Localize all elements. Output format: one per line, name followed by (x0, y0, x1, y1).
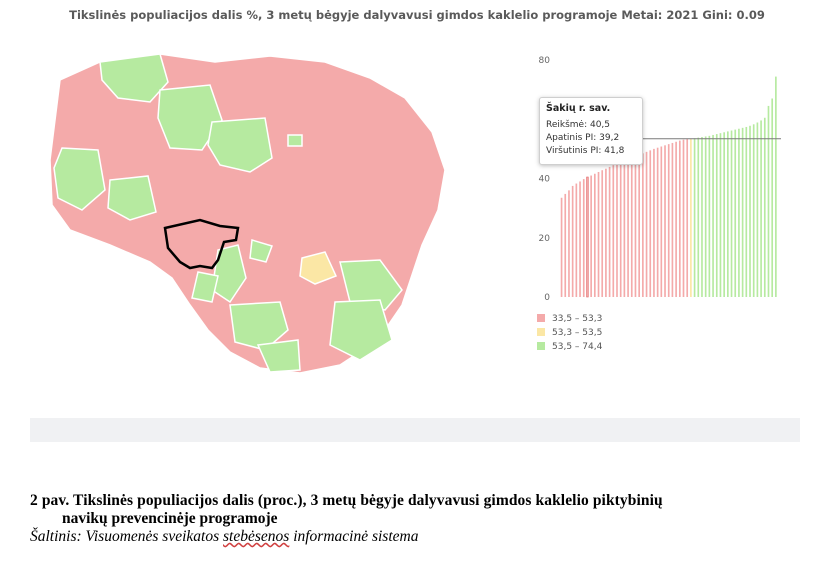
bar[interactable] (775, 76, 777, 297)
bar[interactable] (571, 185, 574, 297)
lithuania-choropleth-map[interactable] (40, 40, 460, 385)
bar-tooltip: Šakių r. sav. Reikšmė: 40,5 Apatinis PI:… (539, 97, 643, 165)
caption-source-underlined: stebėsenos (223, 528, 290, 545)
bar[interactable] (660, 146, 663, 298)
bar[interactable] (678, 140, 681, 297)
bar[interactable] (608, 166, 611, 297)
bar[interactable] (760, 120, 762, 297)
bar[interactable] (719, 133, 722, 297)
legend-swatch (537, 314, 545, 322)
y-tick-label: 40 (539, 175, 551, 185)
bar[interactable] (579, 181, 581, 297)
tooltip-upper: Viršutinis PI: 41,8 (546, 146, 625, 156)
bar[interactable] (712, 134, 714, 297)
tooltip-value: Reikšmė: 40,5 (546, 120, 611, 130)
bar[interactable] (597, 171, 600, 297)
bar[interactable] (756, 122, 759, 297)
bar[interactable] (741, 127, 744, 297)
bar[interactable] (582, 179, 585, 297)
bar[interactable] (653, 148, 655, 298)
bar[interactable] (730, 130, 733, 297)
bar[interactable] (667, 144, 670, 297)
bar[interactable] (690, 138, 692, 297)
bar[interactable] (616, 163, 618, 297)
bar[interactable] (656, 147, 659, 297)
caption-source-suffix: informacinė sistema (289, 528, 419, 545)
chart-title: Tikslinės populiacijos dalis %, 3 metų b… (69, 8, 765, 22)
sorted-bar-chart: 0 20 40 80 33,5 – 53,3 53,3 – 53,5 53,5 – 74,… (537, 56, 781, 352)
legend-label: 53,5 – 74,4 (552, 342, 603, 352)
bar[interactable] (693, 138, 696, 297)
bar[interactable] (715, 134, 718, 297)
tooltip-title: Šakių r. sav. (546, 103, 611, 114)
legend-swatch (537, 342, 545, 350)
bar[interactable] (686, 139, 689, 297)
bar[interactable] (623, 160, 626, 297)
bar[interactable] (745, 126, 748, 297)
bar[interactable] (752, 124, 755, 297)
bar[interactable] (586, 176, 589, 298)
y-tick-label: 0 (544, 293, 550, 303)
bar[interactable] (671, 142, 674, 297)
bar[interactable] (697, 137, 700, 297)
bar[interactable] (630, 157, 633, 297)
legend: 33,5 – 53,3 53,3 – 53,5 53,5 – 74,4 (537, 314, 603, 352)
bar[interactable] (701, 137, 703, 297)
bar[interactable] (564, 193, 567, 297)
bar[interactable] (771, 98, 774, 297)
bar[interactable] (749, 125, 751, 298)
legend-label: 53,3 – 53,5 (552, 328, 602, 338)
bar[interactable] (638, 154, 640, 297)
chart-footer-strip (30, 418, 800, 442)
bar[interactable] (708, 135, 711, 297)
bar[interactable] (627, 159, 629, 297)
bar[interactable] (642, 153, 644, 297)
caption-source: Šaltinis: Visuomenės sveikatos stebėseno… (30, 528, 830, 546)
caption-source-prefix: Šaltinis: Visuomenės sveikatos (30, 528, 224, 545)
bar[interactable] (612, 165, 615, 297)
bar[interactable] (763, 117, 766, 298)
bar[interactable] (704, 136, 707, 297)
bar[interactable] (727, 131, 729, 297)
bar[interactable] (734, 129, 737, 297)
legend-swatch (537, 328, 545, 336)
bar[interactable] (645, 151, 648, 297)
bar[interactable] (723, 132, 725, 297)
tooltip-lower: Apatinis PI: 39,2 (546, 133, 620, 143)
bar[interactable] (601, 170, 604, 297)
bar[interactable] (605, 168, 607, 297)
bar[interactable] (634, 156, 637, 297)
bar[interactable] (682, 139, 685, 297)
legend-label: 33,5 – 53,3 (552, 314, 602, 324)
bar[interactable] (575, 183, 578, 297)
bar[interactable] (593, 173, 596, 297)
caption-line-2: navikų prevencinėje programoje (62, 510, 278, 527)
caption-line-1: 2 pav. Tikslinės populiacijos dalis (pro… (30, 492, 663, 509)
map-region[interactable] (287, 134, 303, 147)
y-tick-label: 20 (539, 234, 551, 244)
y-tick-label: 80 (539, 56, 551, 66)
bar[interactable] (560, 197, 563, 297)
bar[interactable] (568, 190, 570, 297)
bar[interactable] (738, 128, 740, 297)
bar[interactable] (675, 141, 677, 297)
bar[interactable] (664, 145, 666, 297)
bar[interactable] (590, 175, 592, 297)
figure-caption: 2 pav. Tikslinės populiacijos dalis (pro… (30, 492, 830, 546)
bar[interactable] (649, 150, 652, 297)
bar[interactable] (619, 162, 622, 297)
bar[interactable] (767, 105, 770, 297)
y-axis: 0 20 40 80 (539, 56, 551, 303)
